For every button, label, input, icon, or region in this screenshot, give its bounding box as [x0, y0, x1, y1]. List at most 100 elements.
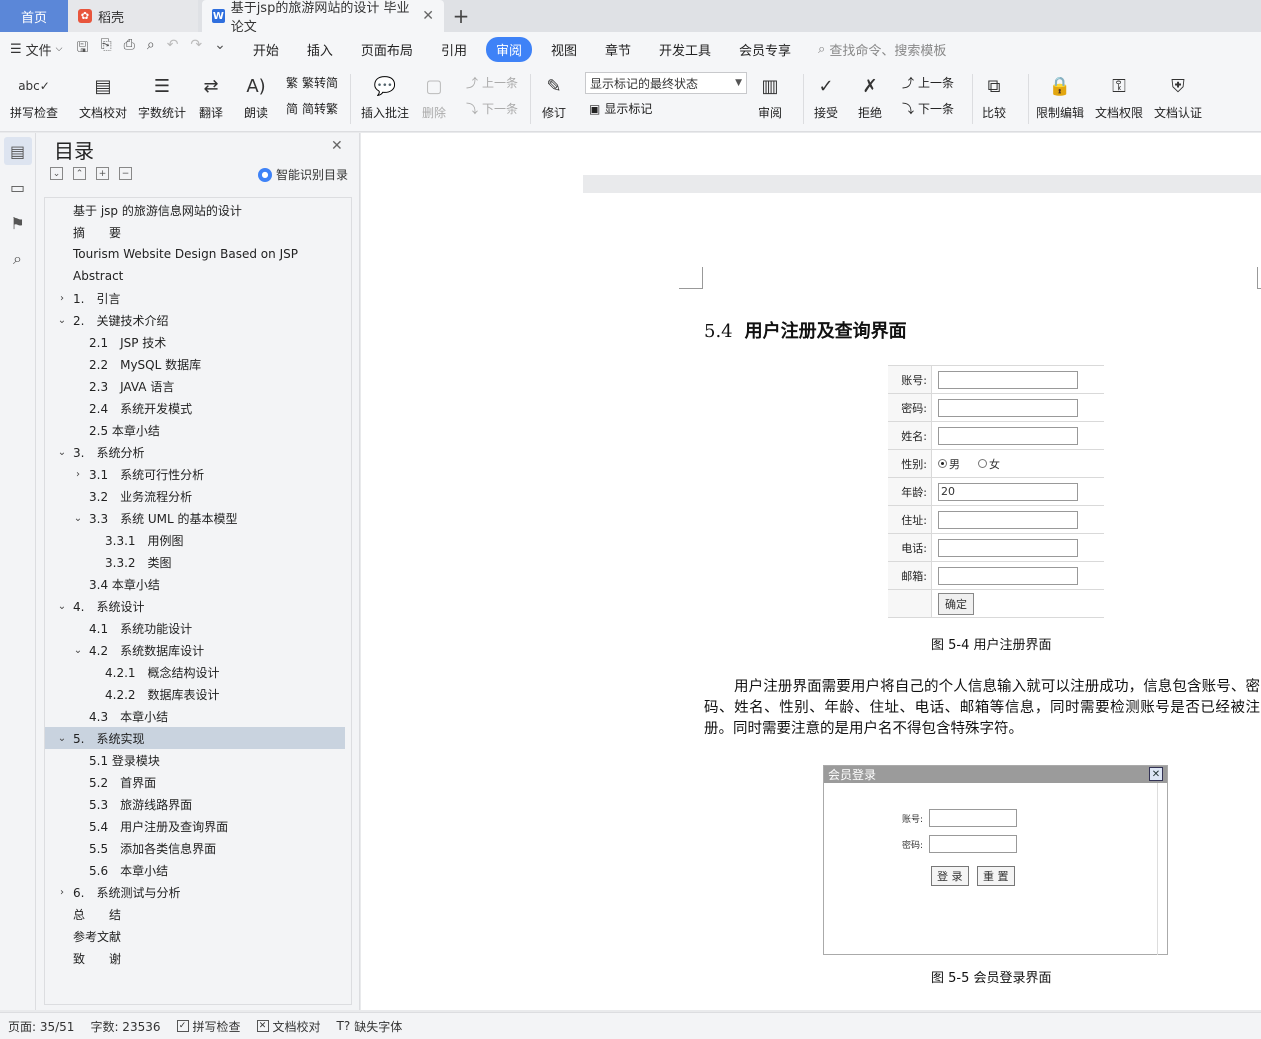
tab-daoke[interactable]: ✿ 稻壳: [68, 0, 198, 32]
toc-item[interactable]: ⌄ 2. 关键技术介绍: [45, 309, 345, 331]
doc-cert-button[interactable]: ⛨ 文档认证: [1154, 72, 1202, 121]
menu-member[interactable]: 会员专享: [730, 37, 800, 62]
toc-item[interactable]: 2.1 JSP 技术: [45, 331, 345, 353]
file-menu[interactable]: ☰ 文件 ⌵: [10, 40, 63, 59]
toc-item[interactable]: 3.3.1 用例图: [45, 529, 345, 551]
toc-item[interactable]: › 3.1 系统可行性分析: [45, 463, 345, 485]
toc-item[interactable]: 3.4 本章小结: [45, 573, 345, 595]
toc-item[interactable]: ⌄ 4. 系统设计: [45, 595, 345, 617]
toc-panel-icon[interactable]: ▤: [3, 137, 32, 165]
toc-item[interactable]: 5.1 登录模块: [45, 749, 345, 771]
toc-item[interactable]: 4.1 系统功能设计: [45, 617, 345, 639]
chevron-down-icon[interactable]: ⌄: [71, 645, 85, 656]
print-preview-icon[interactable]: ⌕: [147, 37, 155, 61]
delete-comment-button[interactable]: ▢ 删除: [420, 72, 448, 121]
translate-button[interactable]: ⇄ 翻译: [197, 72, 225, 121]
prev-change-button[interactable]: ⤴ 上一条: [902, 74, 954, 91]
toc-item[interactable]: › 6. 系统测试与分析: [45, 881, 345, 903]
toc-item[interactable]: 4.3 本章小结: [45, 705, 345, 727]
tab-home[interactable]: 首页: [0, 0, 68, 32]
spell-check-status[interactable]: ✓ 拼写检查: [176, 1018, 241, 1035]
chevron-down-icon[interactable]: ⌄: [55, 315, 69, 326]
chevron-right-icon[interactable]: ›: [71, 469, 85, 480]
toc-item[interactable]: 5.2 首界面: [45, 771, 345, 793]
menu-dev-tools[interactable]: 开发工具: [650, 37, 720, 62]
menu-page-layout[interactable]: 页面布局: [352, 37, 422, 62]
word-count-button[interactable]: ☰ 字数统计: [138, 72, 186, 121]
toc-item[interactable]: 5.6 本章小结: [45, 859, 345, 881]
toc-item[interactable]: ⌄ 4.2 系统数据库设计: [45, 639, 345, 661]
show-markup-button[interactable]: ▣ 显示标记: [589, 100, 652, 117]
toc-item[interactable]: 2.3 JAVA 语言: [45, 375, 345, 397]
toc-item[interactable]: 3.2 业务流程分析: [45, 485, 345, 507]
smart-toc-button[interactable]: ● 智能识别目录: [258, 166, 348, 183]
toc-item[interactable]: 2.2 MySQL 数据库: [45, 353, 345, 375]
toc-item[interactable]: 4.2.1 概念结构设计: [45, 661, 345, 683]
print-icon[interactable]: ⎙: [124, 37, 135, 61]
collapse-all-icon[interactable]: ⌃: [73, 167, 86, 180]
toc-item[interactable]: 2.4 系统开发模式: [45, 397, 345, 419]
chevron-down-icon[interactable]: ⌄: [55, 447, 69, 458]
toc-item[interactable]: ⌄ 5. 系统实现: [45, 727, 345, 749]
insert-comment-button[interactable]: 💬 插入批注: [361, 72, 409, 121]
compare-button[interactable]: ⧉ 比较: [980, 72, 1008, 121]
document-page[interactable]: 5.4 用户注册及查询界面 账号: 密码: 姓名: 性别: 男女年龄: 20 住址: 电话: 邮箱…: [583, 193, 1261, 1010]
word-count[interactable]: 字数: 23536: [90, 1018, 160, 1035]
spell-check-button[interactable]: abc✓ 拼写检查: [10, 72, 58, 121]
chapter-nav-icon[interactable]: ▭: [4, 173, 32, 201]
toc-item[interactable]: 致 谢: [45, 947, 345, 969]
menu-review[interactable]: 审阅: [485, 36, 532, 62]
toc-item[interactable]: ⌄ 3.3 系统 UML 的基本模型: [45, 507, 345, 529]
undo-icon[interactable]: ↶: [167, 37, 179, 61]
next-change-button[interactable]: ⤵ 下一条: [902, 100, 954, 117]
doc-proof-button[interactable]: ▤ 文档校对: [79, 72, 127, 121]
toc-item[interactable]: › 1. 引言: [45, 287, 345, 309]
remove-heading-icon[interactable]: −: [119, 167, 132, 180]
expand-all-icon[interactable]: ⌄: [50, 167, 63, 180]
toc-item[interactable]: ⌄ 3. 系统分析: [45, 441, 345, 463]
proof-status[interactable]: ✕ 文档校对: [256, 1018, 321, 1035]
toc-item[interactable]: 3.3.2 类图: [45, 551, 345, 573]
chevron-down-icon[interactable]: ⌄: [55, 601, 69, 612]
toc-item[interactable]: 摘 要: [45, 221, 345, 243]
toc-item[interactable]: 基于 jsp 的旅游信息网站的设计: [45, 199, 345, 221]
menu-insert[interactable]: 插入: [298, 37, 342, 62]
command-search[interactable]: ⌕ 查找命令、搜索模板: [818, 40, 946, 59]
simp-to-trad-button[interactable]: 简 简转繁: [286, 100, 338, 117]
chevron-right-icon[interactable]: ›: [55, 887, 69, 898]
toc-item[interactable]: 5.5 添加各类信息界面: [45, 837, 345, 859]
toc-item[interactable]: 总 结: [45, 903, 345, 925]
chevron-down-icon[interactable]: ⌄: [71, 513, 85, 524]
menu-view[interactable]: 视图: [542, 37, 586, 62]
toc-item[interactable]: 2.5 本章小结: [45, 419, 345, 441]
review-pane-button[interactable]: ▥ 审阅: [756, 72, 784, 121]
bookmark-icon[interactable]: ⚑: [4, 209, 32, 237]
toc-item[interactable]: 4.2.2 数据库表设计: [45, 683, 345, 705]
close-icon[interactable]: ✕: [422, 8, 434, 24]
reject-button[interactable]: ✗ 拒绝: [856, 72, 884, 121]
tab-document[interactable]: W 基于jsp的旅游网站的设计 毕业论文 ✕: [202, 0, 444, 35]
document-canvas[interactable]: 5.4 用户注册及查询界面 账号: 密码: 姓名: 性别: 男女年龄: 20 住址: 电话: 邮箱…: [583, 133, 1261, 1010]
search-icon[interactable]: ⌕: [4, 245, 32, 273]
next-comment-button[interactable]: ⤵ 下一条: [466, 100, 518, 117]
more-icon[interactable]: ⌄: [214, 37, 226, 61]
missing-font-status[interactable]: T? 缺失字体: [337, 1018, 403, 1035]
doc-permission-button[interactable]: ⚿ 文档权限: [1095, 72, 1143, 121]
page-indicator[interactable]: 页面: 35/51: [8, 1018, 74, 1035]
toc-item[interactable]: Tourism Website Design Based on JSP: [45, 243, 345, 265]
revise-button[interactable]: ✎ 修订: [540, 72, 568, 121]
read-aloud-button[interactable]: A) 朗读: [242, 72, 270, 121]
trad-to-simp-button[interactable]: 繁 繁转简: [286, 74, 338, 91]
toc-item[interactable]: 5.4 用户注册及查询界面: [45, 815, 345, 837]
toc-item[interactable]: 5.3 旅游线路界面: [45, 793, 345, 815]
toc-item[interactable]: Abstract: [45, 265, 345, 287]
add-heading-icon[interactable]: +: [96, 167, 109, 180]
new-tab-button[interactable]: +: [444, 0, 478, 32]
menu-references[interactable]: 引用: [432, 37, 476, 62]
prev-comment-button[interactable]: ⤴ 上一条: [466, 74, 518, 91]
restrict-edit-button[interactable]: 🔒 限制编辑: [1036, 72, 1084, 121]
close-icon[interactable]: ✕: [331, 138, 343, 154]
menu-section[interactable]: 章节: [596, 37, 640, 62]
markup-state-select[interactable]: 显示标记的最终状态 ▼: [585, 72, 747, 94]
save-icon[interactable]: 🖫: [77, 37, 89, 61]
